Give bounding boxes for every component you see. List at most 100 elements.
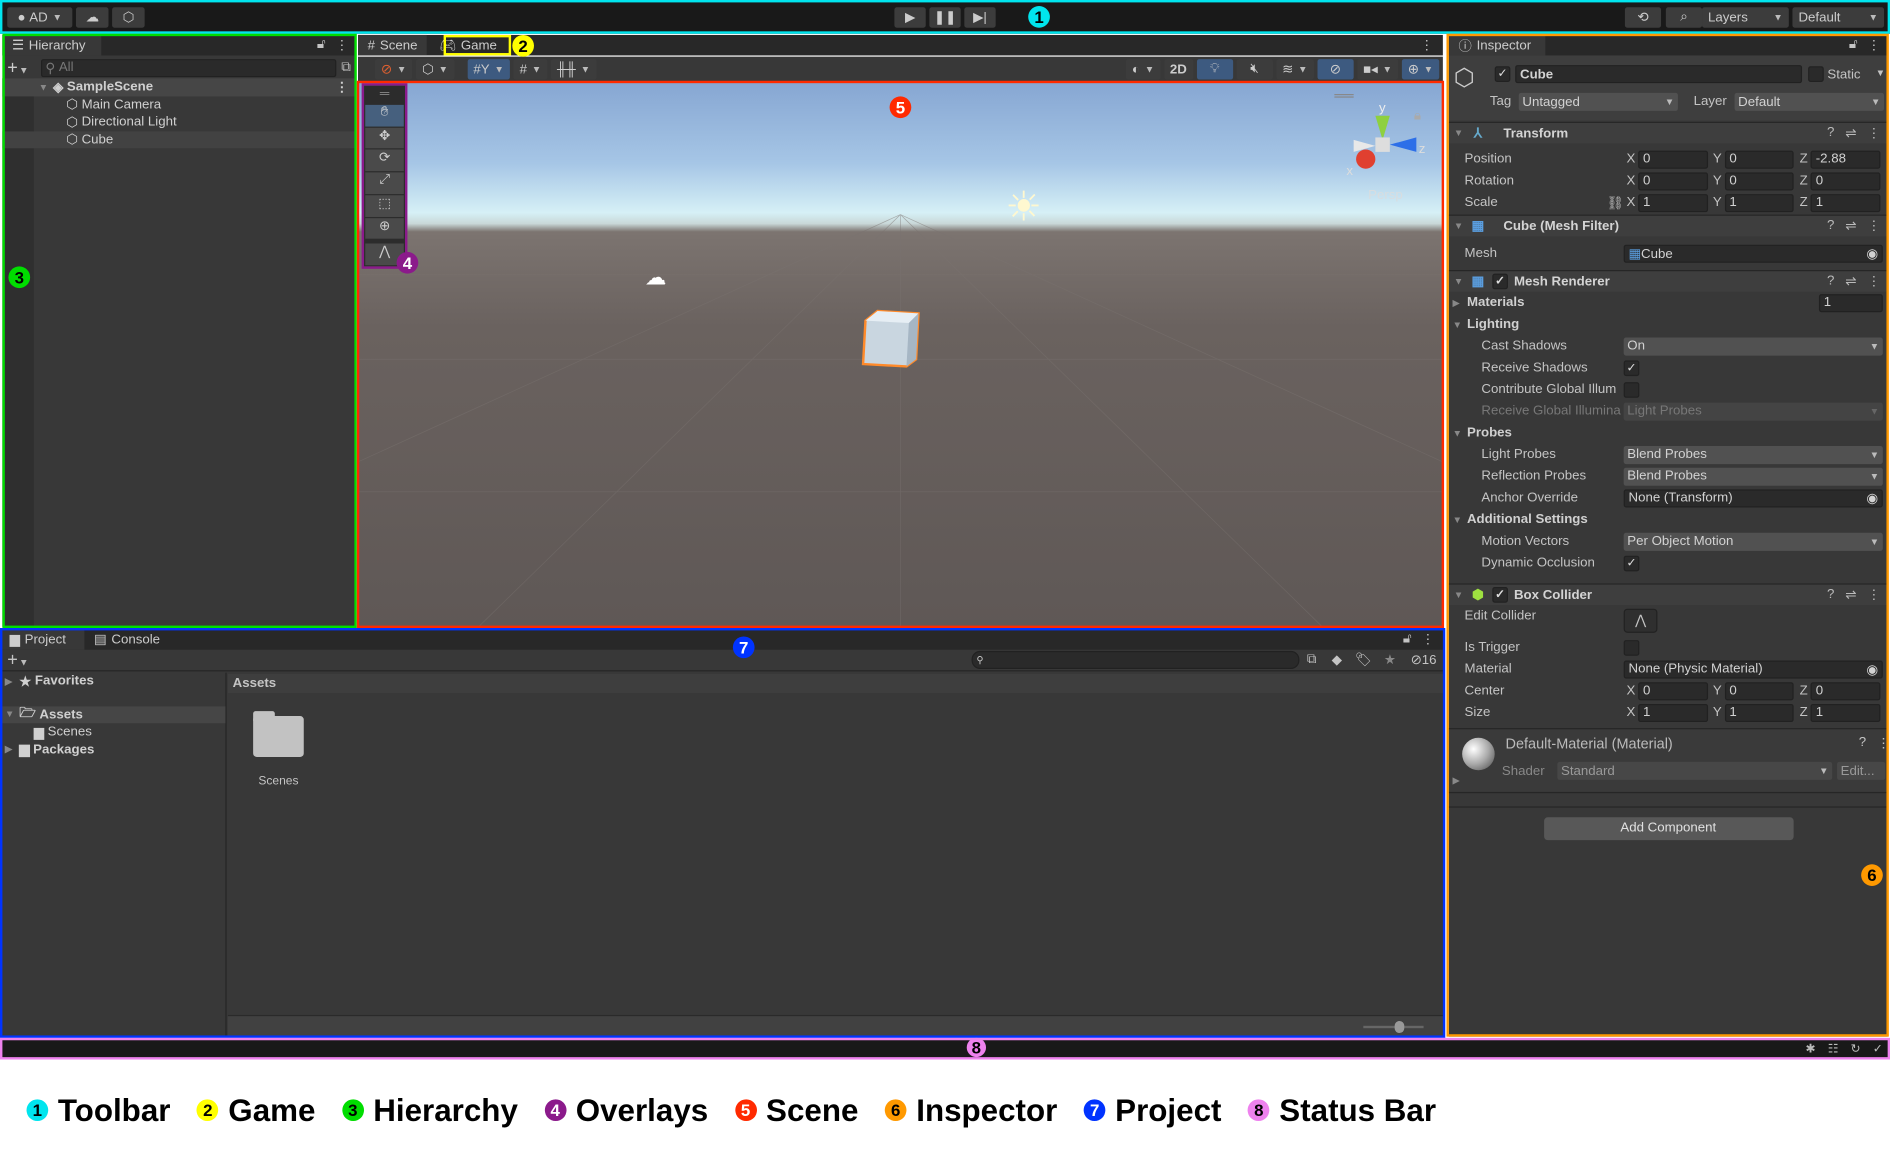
box-collider-header[interactable]: ▼ ⬢ ✓ Box Collider? ⇌ ⋮ — [1448, 583, 1888, 606]
lighting-toggle[interactable]: 💡︎ — [1196, 59, 1233, 80]
account-button[interactable]: ● AD ▼ — [7, 7, 73, 28]
status-check-icon[interactable]: ✓ — [1873, 1042, 1883, 1055]
scale-z[interactable]: 1 — [1810, 193, 1881, 212]
rotate-tool[interactable]: ⟳ — [365, 149, 404, 172]
help-icon[interactable]: ? — [1827, 218, 1834, 234]
add-component-button[interactable]: Add Component — [1543, 817, 1794, 841]
tree-scenes[interactable]: ▆ Scenes — [0, 723, 225, 740]
contribute-gi-checkbox[interactable] — [1623, 381, 1640, 398]
hand-tool[interactable]: ✋︎ — [365, 104, 404, 127]
toggle-2d-button[interactable]: 2D — [1163, 59, 1193, 80]
mesh-field[interactable]: ▦Cube ◉ — [1623, 244, 1883, 263]
lighting-foldout[interactable]: ▼ Lighting — [1449, 313, 1888, 335]
hierarchy-item[interactable]: ⬡ Directional Light — [2, 113, 355, 130]
favorite-star-icon[interactable]: ★ — [1377, 652, 1404, 667]
transform-tool[interactable]: ⊕ — [365, 217, 404, 240]
cube-object[interactable] — [861, 309, 924, 372]
lock-icon[interactable]: 🔓︎ — [1849, 37, 1858, 53]
rotation-y[interactable]: 0 — [1724, 171, 1795, 190]
lock-icon[interactable]: 🔓︎ — [1403, 632, 1412, 648]
more-menu-icon[interactable]: ⋮ — [1867, 37, 1880, 53]
tab-hierarchy[interactable]: ☰ Hierarchy — [2, 34, 102, 56]
preset-icon[interactable]: ⇌ — [1845, 218, 1856, 233]
lock-icon[interactable]: 🔓︎ — [317, 37, 326, 53]
preset-icon[interactable]: ⇌ — [1845, 274, 1856, 289]
hidden-packages-toggle[interactable]: ⊘16 — [1403, 652, 1444, 667]
cache-icon[interactable]: ☷ — [1828, 1042, 1839, 1055]
additional-settings-foldout[interactable]: ▼ Additional Settings — [1449, 509, 1888, 531]
filter-by-type-icon[interactable]: ◆ — [1324, 652, 1351, 667]
active-checkbox[interactable]: ✓ — [1494, 66, 1511, 82]
position-z[interactable]: -2.88 — [1810, 150, 1881, 169]
breadcrumb-label[interactable]: Assets — [233, 676, 276, 690]
materials-row[interactable]: ▶ Materials 1 — [1449, 292, 1888, 314]
help-icon[interactable]: ? — [1827, 125, 1834, 141]
scene-viewport[interactable]: ☀ ☁ y 🔒︎ z x Persp — [358, 81, 1443, 627]
mesh-filter-header[interactable]: ▼ ▦ Cube (Mesh Filter)? ⇌ ⋮ — [1448, 214, 1888, 237]
enabled-checkbox[interactable]: ✓ — [1492, 587, 1508, 603]
preset-icon[interactable]: ⇌ — [1845, 125, 1856, 141]
more-menu-icon[interactable]: ⋮ — [1421, 632, 1434, 647]
pause-button[interactable]: ❚❚ — [929, 7, 961, 28]
size-x[interactable]: 1 — [1638, 703, 1708, 722]
snap-increment-button[interactable]: # ▼ — [513, 59, 548, 80]
help-icon[interactable]: ? — [1859, 735, 1866, 749]
gameobject-icon[interactable]: ⬡ — [1454, 63, 1475, 93]
rect-tool[interactable]: ⬚ — [365, 195, 404, 217]
enabled-checkbox[interactable]: ✓ — [1492, 273, 1508, 290]
scale-x[interactable]: 1 — [1638, 193, 1708, 212]
edit-collider-button[interactable]: ⋀ — [1623, 608, 1658, 633]
tab-project[interactable]: ▆ Project — [0, 629, 85, 650]
more-menu-icon[interactable]: ⋮ — [1867, 274, 1880, 289]
transform-header[interactable]: ▼ ⅄ Transform? ⇌ ⋮ — [1448, 121, 1888, 144]
center-z[interactable]: 0 — [1810, 681, 1881, 700]
dynamic-occlusion-checkbox[interactable]: ✓ — [1623, 555, 1640, 571]
open-window-icon[interactable]: ⧉ — [341, 60, 350, 76]
visibility-toggle[interactable]: ⊘ — [1317, 59, 1354, 80]
asset-folder-scenes[interactable]: Scenes — [247, 711, 310, 788]
tool-handle-button[interactable]: ⊘ ▼ — [374, 59, 413, 80]
scale-tool[interactable]: ⤢ — [365, 172, 404, 194]
hierarchy-item-selected[interactable]: ⬡ Cube — [2, 130, 356, 149]
object-name-input[interactable]: Cube — [1515, 65, 1803, 84]
debug-icon[interactable]: ✱ — [1806, 1042, 1816, 1055]
object-picker-icon[interactable]: ◉ — [1866, 661, 1878, 676]
collab-button[interactable]: ⬡ — [112, 7, 145, 28]
light-probes-dropdown[interactable]: Blend Probes ▼ — [1623, 445, 1883, 464]
tab-game[interactable]: 🎮︎ Game — [430, 35, 507, 55]
position-x[interactable]: 0 — [1638, 150, 1708, 169]
effects-button[interactable]: ≋ ▼ — [1276, 59, 1314, 80]
help-icon[interactable]: ? — [1827, 274, 1834, 290]
view-gizmo[interactable]: y 🔒︎ z x Persp — [1334, 94, 1430, 203]
motion-vectors-dropdown[interactable]: Per Object Motion ▼ — [1623, 532, 1883, 551]
projection-label[interactable]: Persp — [1368, 188, 1403, 202]
tree-packages[interactable]: ▶ ▆ Packages — [0, 741, 225, 758]
is-trigger-checkbox[interactable] — [1623, 639, 1640, 656]
scale-y[interactable]: 1 — [1724, 193, 1795, 212]
shader-dropdown[interactable]: Standard ▼ — [1557, 761, 1833, 780]
grid-snap-button[interactable]: #Y ▼ — [467, 59, 510, 80]
static-checkbox[interactable] — [1808, 66, 1824, 82]
edit-shader-button[interactable]: Edit... — [1837, 761, 1886, 780]
object-picker-icon[interactable]: ◉ — [1866, 490, 1878, 505]
tab-console[interactable]: ▤ Console — [84, 629, 169, 649]
lock-icon[interactable]: 🔒︎ — [1414, 108, 1421, 124]
more-menu-icon[interactable]: ⋮ — [1867, 218, 1880, 233]
layer-dropdown[interactable]: Default ▼ — [1734, 92, 1885, 111]
directional-light-icon[interactable]: ☀ — [1005, 183, 1042, 231]
center-x[interactable]: 0 — [1638, 681, 1708, 700]
add-button[interactable]: +▼ — [7, 57, 28, 77]
camera-gizmo-icon[interactable]: ☁ — [645, 265, 667, 290]
physic-material-field[interactable]: None (Physic Material) ◉ — [1623, 659, 1883, 679]
tab-inspector[interactable]: ⓘ Inspector — [1448, 34, 1546, 56]
probes-foldout[interactable]: ▼ Probes — [1449, 422, 1888, 444]
rotation-x[interactable]: 0 — [1638, 171, 1708, 190]
gizmos-button[interactable]: ⊕ ▼ — [1401, 59, 1440, 80]
filter-by-label-icon[interactable]: 🏷︎ — [1350, 652, 1377, 667]
overlay-drag-handle[interactable]: ═ — [365, 87, 404, 104]
rotation-z[interactable]: 0 — [1810, 171, 1881, 190]
layout-dropdown[interactable]: Default ▼ — [1792, 7, 1885, 28]
play-button[interactable]: ▶ — [894, 7, 926, 28]
constrain-link-icon[interactable]: ⛓︎ — [1607, 195, 1624, 210]
more-menu-icon[interactable]: ⋮ — [335, 37, 348, 53]
